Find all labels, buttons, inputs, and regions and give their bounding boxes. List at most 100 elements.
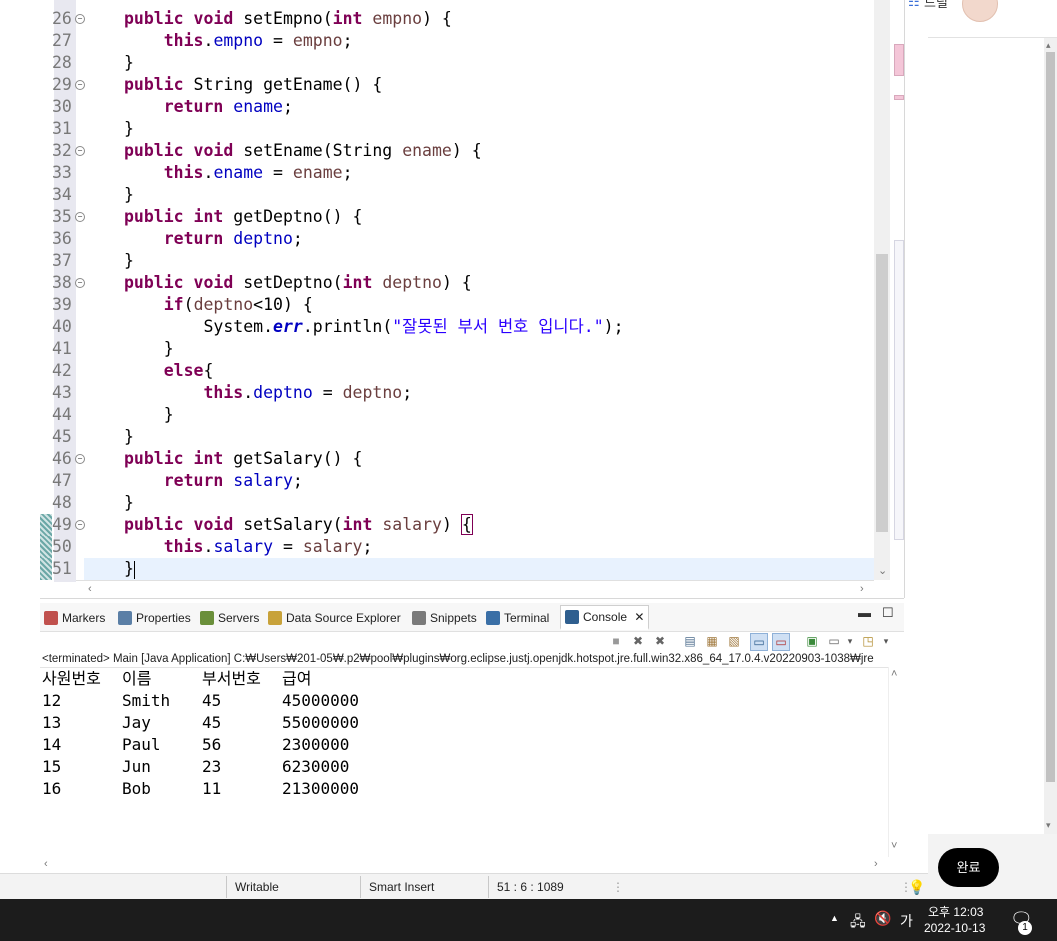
code-text[interactable]: if(deptno<10) { bbox=[124, 294, 313, 316]
code-line[interactable]: 45} bbox=[40, 426, 876, 448]
code-text[interactable]: } bbox=[124, 184, 134, 206]
word-wrap-icon[interactable]: ▧ bbox=[726, 633, 742, 649]
code-line[interactable]: 27 this.empno = empno; bbox=[40, 30, 876, 52]
maximize-icon[interactable]: ☐ bbox=[882, 605, 894, 621]
terminate-icon[interactable]: ■ bbox=[608, 633, 624, 649]
show-hidden-icons-icon[interactable]: ▲ bbox=[830, 913, 839, 923]
code-line[interactable]: 48} bbox=[40, 492, 876, 514]
volume-muted-icon[interactable]: 🔇 bbox=[874, 910, 891, 927]
code-text[interactable]: } bbox=[124, 52, 134, 74]
code-line[interactable]: 43 this.deptno = deptno; bbox=[40, 382, 876, 404]
editor-horizontal-scrollbar[interactable]: ‹ › bbox=[76, 580, 874, 599]
console-horizontal-scrollbar[interactable]: ‹ › bbox=[40, 857, 888, 873]
code-line[interactable]: 29− public String getEname() { bbox=[40, 74, 876, 96]
scroll-left-arrow-icon[interactable]: ‹ bbox=[88, 582, 92, 596]
tab-snippets[interactable]: Snippets bbox=[412, 607, 477, 629]
code-text[interactable]: } bbox=[124, 118, 134, 140]
tab-properties[interactable]: Properties bbox=[118, 607, 191, 629]
scroll-lock-icon[interactable]: ▦ bbox=[704, 633, 720, 649]
code-line[interactable]: 36 return deptno; bbox=[40, 228, 876, 250]
display-selected-console-icon[interactable]: ▭ bbox=[826, 633, 842, 649]
code-text[interactable]: } bbox=[124, 404, 174, 426]
code-text[interactable]: } bbox=[124, 338, 174, 360]
scroll-down-arrow-icon[interactable]: ▾ bbox=[1046, 818, 1051, 832]
code-text[interactable]: return salary; bbox=[124, 470, 303, 492]
open-console-icon[interactable]: ◳ bbox=[860, 633, 876, 649]
fold-toggle-icon[interactable]: − bbox=[75, 454, 85, 464]
fold-toggle-icon[interactable]: − bbox=[75, 146, 85, 156]
done-button[interactable]: 완료 bbox=[938, 848, 999, 887]
tab-data-source-explorer[interactable]: Data Source Explorer bbox=[268, 607, 401, 629]
overview-mark[interactable] bbox=[894, 44, 904, 76]
fold-toggle-icon[interactable]: − bbox=[75, 520, 85, 530]
code-text[interactable]: } bbox=[124, 558, 135, 580]
code-line[interactable]: 39 if(deptno<10) { bbox=[40, 294, 876, 316]
code-text[interactable]: public void setEmpno(int empno) { bbox=[124, 8, 452, 30]
code-line[interactable]: 37} bbox=[40, 250, 876, 272]
scroll-left-arrow-icon[interactable]: ‹ bbox=[44, 857, 48, 871]
insert-mode-status[interactable]: Smart Insert bbox=[369, 878, 434, 896]
editor-scroll-thumb[interactable] bbox=[876, 254, 888, 532]
ime-indicator[interactable]: 가 bbox=[900, 911, 913, 931]
clock-time[interactable]: 오후 12:03 bbox=[928, 903, 983, 920]
code-text[interactable]: return deptno; bbox=[124, 228, 303, 250]
code-line[interactable]: 38− public void setDeptno(int deptno) { bbox=[40, 272, 876, 294]
avatar[interactable] bbox=[962, 0, 998, 22]
code-line[interactable]: 35− public int getDeptno() { bbox=[40, 206, 876, 228]
code-line[interactable]: 32− public void setEname(String ename) { bbox=[40, 140, 876, 162]
code-line[interactable]: 42 else{ bbox=[40, 360, 876, 382]
console-vertical-scrollbar[interactable]: ˄ ˅ bbox=[888, 667, 905, 857]
code-line[interactable]: 40 System.err.println("잘못된 부서 번호 입니다."); bbox=[40, 316, 876, 338]
overview-mark[interactable] bbox=[894, 95, 904, 100]
code-line[interactable]: 30 return ename; bbox=[40, 96, 876, 118]
code-line[interactable]: 51} bbox=[52, 558, 876, 580]
scroll-up-arrow-icon[interactable]: ▴ bbox=[1046, 38, 1051, 52]
clear-console-icon[interactable]: ▤ bbox=[682, 633, 698, 649]
pin-console-icon[interactable]: ▣ bbox=[804, 633, 820, 649]
show-on-stdout-icon[interactable]: ▭ bbox=[750, 633, 768, 651]
code-text[interactable]: public String getEname() { bbox=[124, 74, 382, 96]
code-text[interactable]: public void setDeptno(int deptno) { bbox=[124, 272, 472, 294]
tab-console[interactable]: Console ✕ bbox=[560, 605, 650, 630]
console-output[interactable]: 사원번호 이름 부서번호 급여 12 Smith 45 45000000 13 Jay 45 5500… bbox=[40, 667, 888, 858]
code-text[interactable]: public int getSalary() { bbox=[124, 448, 362, 470]
code-text[interactable]: } bbox=[124, 426, 134, 448]
scroll-up-arrow-icon[interactable]: ˄ bbox=[891, 667, 897, 681]
code-line[interactable]: 46− public int getSalary() { bbox=[40, 448, 876, 470]
overview-mark[interactable] bbox=[894, 240, 904, 540]
clock-date[interactable]: 2022-10-13 bbox=[924, 921, 985, 935]
fold-toggle-icon[interactable]: − bbox=[75, 278, 85, 288]
tab-terminal[interactable]: Terminal bbox=[486, 607, 549, 629]
code-text[interactable]: this.empno = empno; bbox=[124, 30, 353, 52]
code-text[interactable]: System.err.println("잘못된 부서 번호 입니다."); bbox=[124, 316, 623, 338]
code-line[interactable]: 31} bbox=[40, 118, 876, 140]
scroll-right-arrow-icon[interactable]: › bbox=[860, 582, 864, 596]
right-panel-scroll-thumb[interactable] bbox=[1046, 52, 1055, 782]
scroll-right-arrow-icon[interactable]: › bbox=[874, 857, 878, 871]
tab-markers[interactable]: Markers bbox=[44, 607, 105, 629]
fold-toggle-icon[interactable]: − bbox=[75, 212, 85, 222]
code-text[interactable]: return ename; bbox=[124, 96, 293, 118]
code-text[interactable]: else{ bbox=[124, 360, 214, 382]
code-line[interactable]: 41 } bbox=[40, 338, 876, 360]
code-text[interactable]: public void setSalary(int salary) { bbox=[124, 514, 473, 536]
fold-toggle-icon[interactable]: − bbox=[75, 80, 85, 90]
chevron-down-icon[interactable]: ▾ bbox=[842, 633, 858, 649]
code-text[interactable]: this.deptno = deptno; bbox=[124, 382, 412, 404]
tab-servers[interactable]: Servers bbox=[200, 607, 259, 629]
code-editor[interactable]: 26− public void setEmpno(int empno) {27 t… bbox=[40, 0, 905, 599]
code-text[interactable]: } bbox=[124, 492, 134, 514]
code-line[interactable]: 26− public void setEmpno(int empno) { bbox=[40, 8, 876, 30]
code-line[interactable]: 44 } bbox=[40, 404, 876, 426]
remove-launch-icon[interactable]: ✖ bbox=[630, 633, 646, 649]
code-text[interactable]: this.salary = salary; bbox=[124, 536, 373, 558]
code-text[interactable]: public int getDeptno() { bbox=[124, 206, 362, 228]
code-text[interactable]: public void setEname(String ename) { bbox=[124, 140, 482, 162]
network-icon[interactable]: 🖧 bbox=[850, 911, 866, 935]
code-line[interactable]: 47 return salary; bbox=[40, 470, 876, 492]
code-text[interactable]: this.ename = ename; bbox=[124, 162, 353, 184]
code-line[interactable]: 50 this.salary = salary; bbox=[40, 536, 876, 558]
show-on-stderr-icon[interactable]: ▭ bbox=[772, 633, 790, 651]
chevron-down-icon[interactable]: ▾ bbox=[878, 633, 894, 649]
code-text[interactable]: } bbox=[124, 250, 134, 272]
